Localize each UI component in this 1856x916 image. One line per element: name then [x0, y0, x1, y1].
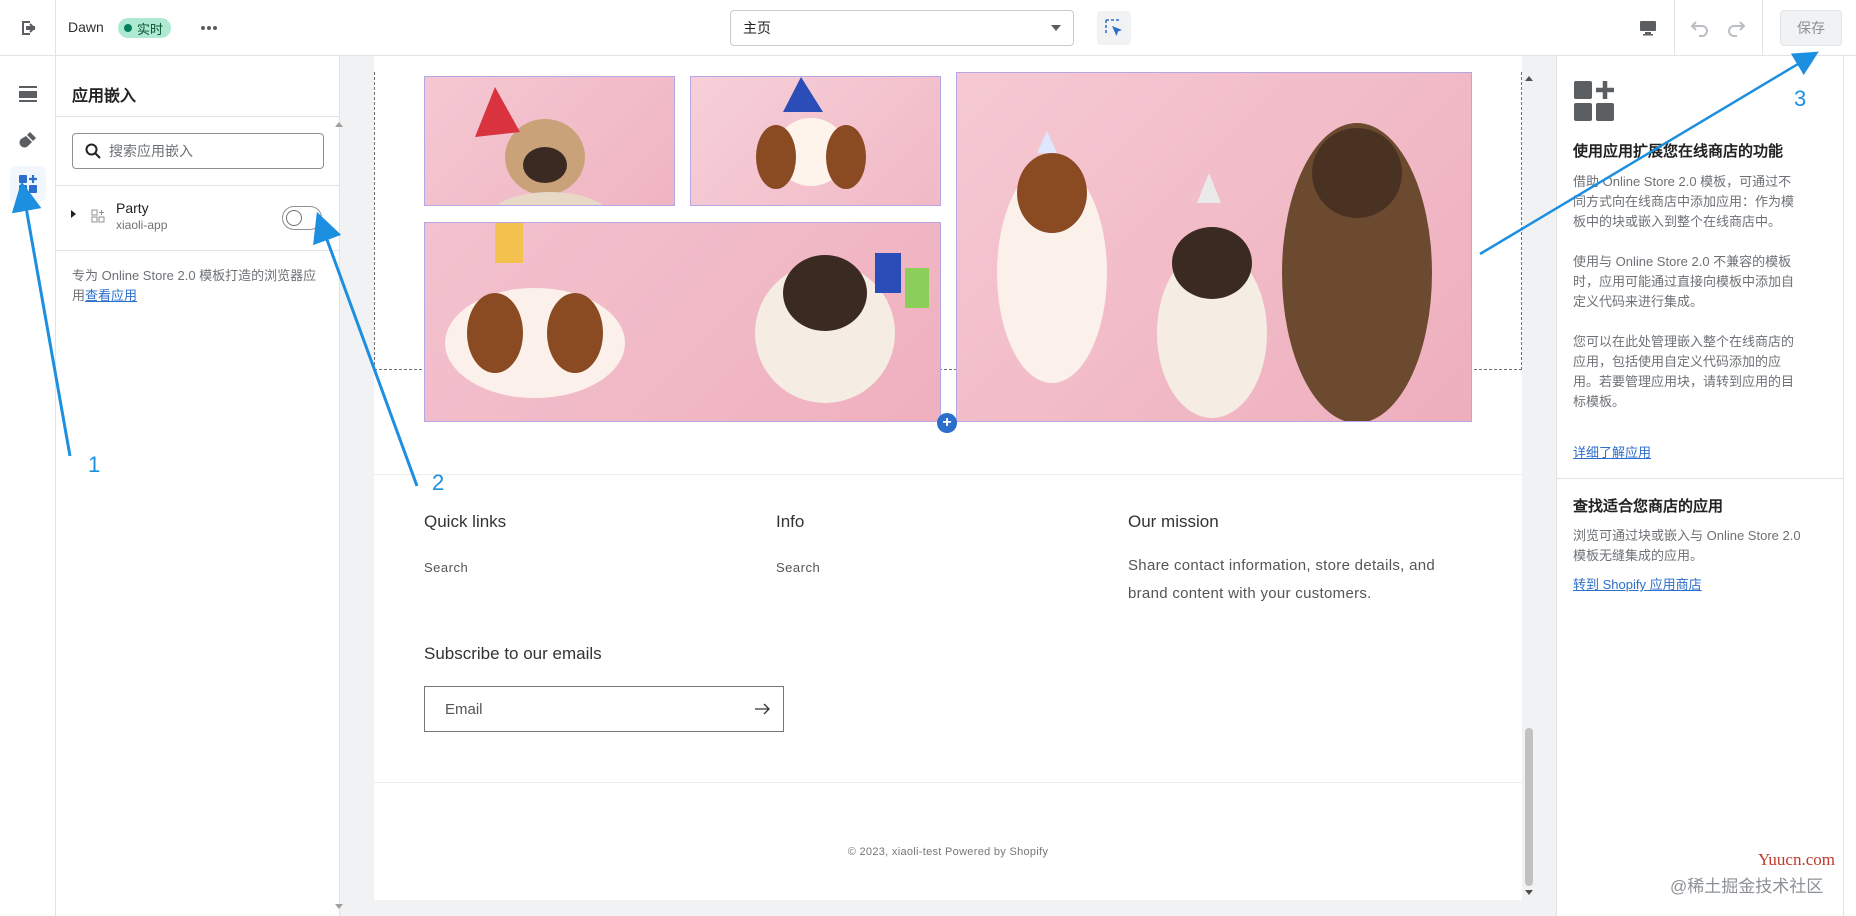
footer-copyright: © 2023, xiaoli-test Powered by Shopify	[847, 846, 1049, 858]
inspect-icon	[1105, 19, 1122, 36]
dog-image	[445, 223, 929, 403]
find-apps-title: 查找适合您商店的应用	[1573, 498, 1724, 515]
app-embeds-panel: 应用嵌入 搜索应用嵌入 Party xiaoli-app 专为 Online S…	[56, 56, 343, 916]
footer-mission-text: Share contact information, store details…	[1128, 557, 1435, 602]
live-dot-icon	[124, 24, 132, 32]
editor-rail	[0, 56, 56, 916]
search-icon	[85, 143, 101, 159]
app-embed-row[interactable]: Party xiaoli-app	[56, 186, 340, 248]
toolbar-divider	[1762, 0, 1763, 56]
info-title: 使用应用扩展您在线商店的功能	[1573, 143, 1784, 160]
top-bar: Dawn 实时 主页 保存	[0, 0, 1856, 56]
redo-button[interactable]	[1720, 12, 1752, 44]
scroll-down-icon[interactable]	[1525, 890, 1533, 895]
app-embeds-illustration-icon	[1574, 81, 1614, 121]
newsletter-email-input[interactable]: Email	[424, 686, 784, 732]
more-icon	[201, 26, 217, 30]
info-paragraph: 使用与 Online Store 2.0 不兼容的模板时，应用可能通过直接向模板…	[1573, 254, 1795, 309]
footer-link-search[interactable]: Search	[776, 560, 820, 575]
store-preview: + Quick links Search Info Search Our mis…	[374, 56, 1522, 900]
info-text: 借助 Online Store 2.0 模板，可通过不同方式向在线商店中添加应用…	[1573, 172, 1803, 432]
toggle-knob	[286, 210, 302, 226]
expand-caret-icon[interactable]	[71, 210, 76, 218]
divider	[56, 116, 340, 117]
desktop-icon	[1640, 21, 1656, 36]
exit-button[interactable]	[0, 0, 56, 56]
dog-image	[475, 87, 603, 205]
theme-name: Dawn	[68, 19, 104, 35]
sections-icon	[19, 86, 37, 102]
dog-image	[756, 77, 866, 189]
divider	[1557, 478, 1843, 479]
footer-divider	[374, 782, 1522, 783]
page-select-value: 主页	[743, 20, 771, 36]
undo-button[interactable]	[1684, 12, 1716, 44]
caret-down-icon	[1051, 25, 1061, 31]
undo-icon	[1690, 21, 1708, 37]
panel-title: 应用嵌入	[72, 88, 137, 105]
toolbar-divider	[1674, 0, 1675, 56]
scroll-up-icon[interactable]	[1525, 76, 1533, 81]
scroll-up-icon[interactable]	[335, 122, 343, 127]
arrow-right-icon[interactable]	[755, 703, 771, 715]
plus-icon: +	[942, 414, 952, 431]
rail-item-theme-settings[interactable]	[10, 122, 46, 158]
info-paragraph: 您可以在此处管理嵌入整个在线商店的应用，包括使用自定义代码添加的应用。若要管理应…	[1573, 334, 1795, 409]
live-badge-label: 实时	[137, 21, 164, 37]
email-placeholder: Email	[445, 700, 483, 718]
scroll-down-icon[interactable]	[335, 904, 343, 909]
footer-info-heading: Info	[776, 512, 805, 531]
collage-image-dogs-lying[interactable]	[424, 222, 941, 422]
footer-quick-links-heading: Quick links	[424, 512, 507, 531]
more-actions-button[interactable]	[196, 16, 222, 40]
page-select[interactable]: 主页	[730, 10, 1074, 46]
rail-item-app-embeds[interactable]	[10, 166, 46, 202]
app-embed-search-input[interactable]: 搜索应用嵌入	[72, 133, 324, 169]
divider	[56, 250, 340, 251]
app-embeds-icon	[19, 175, 37, 193]
collage-image-spaniel-hat[interactable]	[690, 76, 941, 206]
redo-icon	[1728, 21, 1746, 37]
save-button[interactable]: 保存	[1780, 10, 1842, 46]
info-paragraph: 借助 Online Store 2.0 模板，可通过不同方式向在线商店中添加应用…	[1573, 174, 1795, 229]
shopify-app-store-link[interactable]: 转到 Shopify 应用商店	[1573, 574, 1702, 593]
app-embed-subtitle: xiaoli-app	[116, 218, 168, 232]
site-watermark: Yuucn.com	[1758, 850, 1835, 869]
panel-scrollbar[interactable]	[335, 56, 343, 916]
newsletter-heading: Subscribe to our emails	[424, 644, 602, 663]
app-embed-toggle[interactable]	[282, 206, 322, 230]
panel-description: 专为 Online Store 2.0 模板打造的浏览器应用查看应用	[72, 266, 328, 306]
footer-mission-heading: Our mission	[1128, 512, 1219, 531]
dog-image	[997, 123, 1432, 421]
collage-image-three-dogs[interactable]	[956, 72, 1472, 422]
preview-scrollbar[interactable]	[1522, 56, 1536, 900]
app-embed-name: Party	[116, 200, 149, 216]
desktop-view-button[interactable]	[1632, 12, 1664, 44]
scrollbar-thumb[interactable]	[1525, 728, 1533, 886]
annotation-number-1: 1	[88, 452, 101, 477]
live-status-badge: 实时	[118, 18, 172, 38]
annotation-number-3: 3	[1794, 86, 1807, 111]
view-app-link[interactable]: 查看应用	[85, 288, 137, 303]
collage-image-dog-party-hat[interactable]	[424, 76, 675, 206]
annotation-number-2: 2	[432, 470, 445, 495]
footer-link-search[interactable]: Search	[424, 560, 468, 575]
find-apps-text: 浏览可通过块或嵌入与 Online Store 2.0 模板无缝集成的应用。	[1573, 528, 1801, 563]
community-watermark: @稀土掘金技术社区	[1670, 877, 1824, 896]
exit-icon	[21, 21, 35, 35]
app-info-panel: 使用应用扩展您在线商店的功能 借助 Online Store 2.0 模板，可通…	[1556, 56, 1856, 916]
add-section-button[interactable]: +	[937, 413, 957, 433]
search-placeholder: 搜索应用嵌入	[109, 143, 193, 159]
footer-divider	[374, 474, 1522, 475]
rail-item-sections[interactable]	[10, 76, 46, 112]
inspect-button[interactable]	[1097, 11, 1131, 45]
panel-scrollbar[interactable]	[1843, 56, 1856, 916]
theme-settings-icon	[19, 132, 36, 148]
app-block-icon	[91, 209, 105, 223]
learn-more-apps-link[interactable]: 详细了解应用	[1573, 442, 1651, 461]
